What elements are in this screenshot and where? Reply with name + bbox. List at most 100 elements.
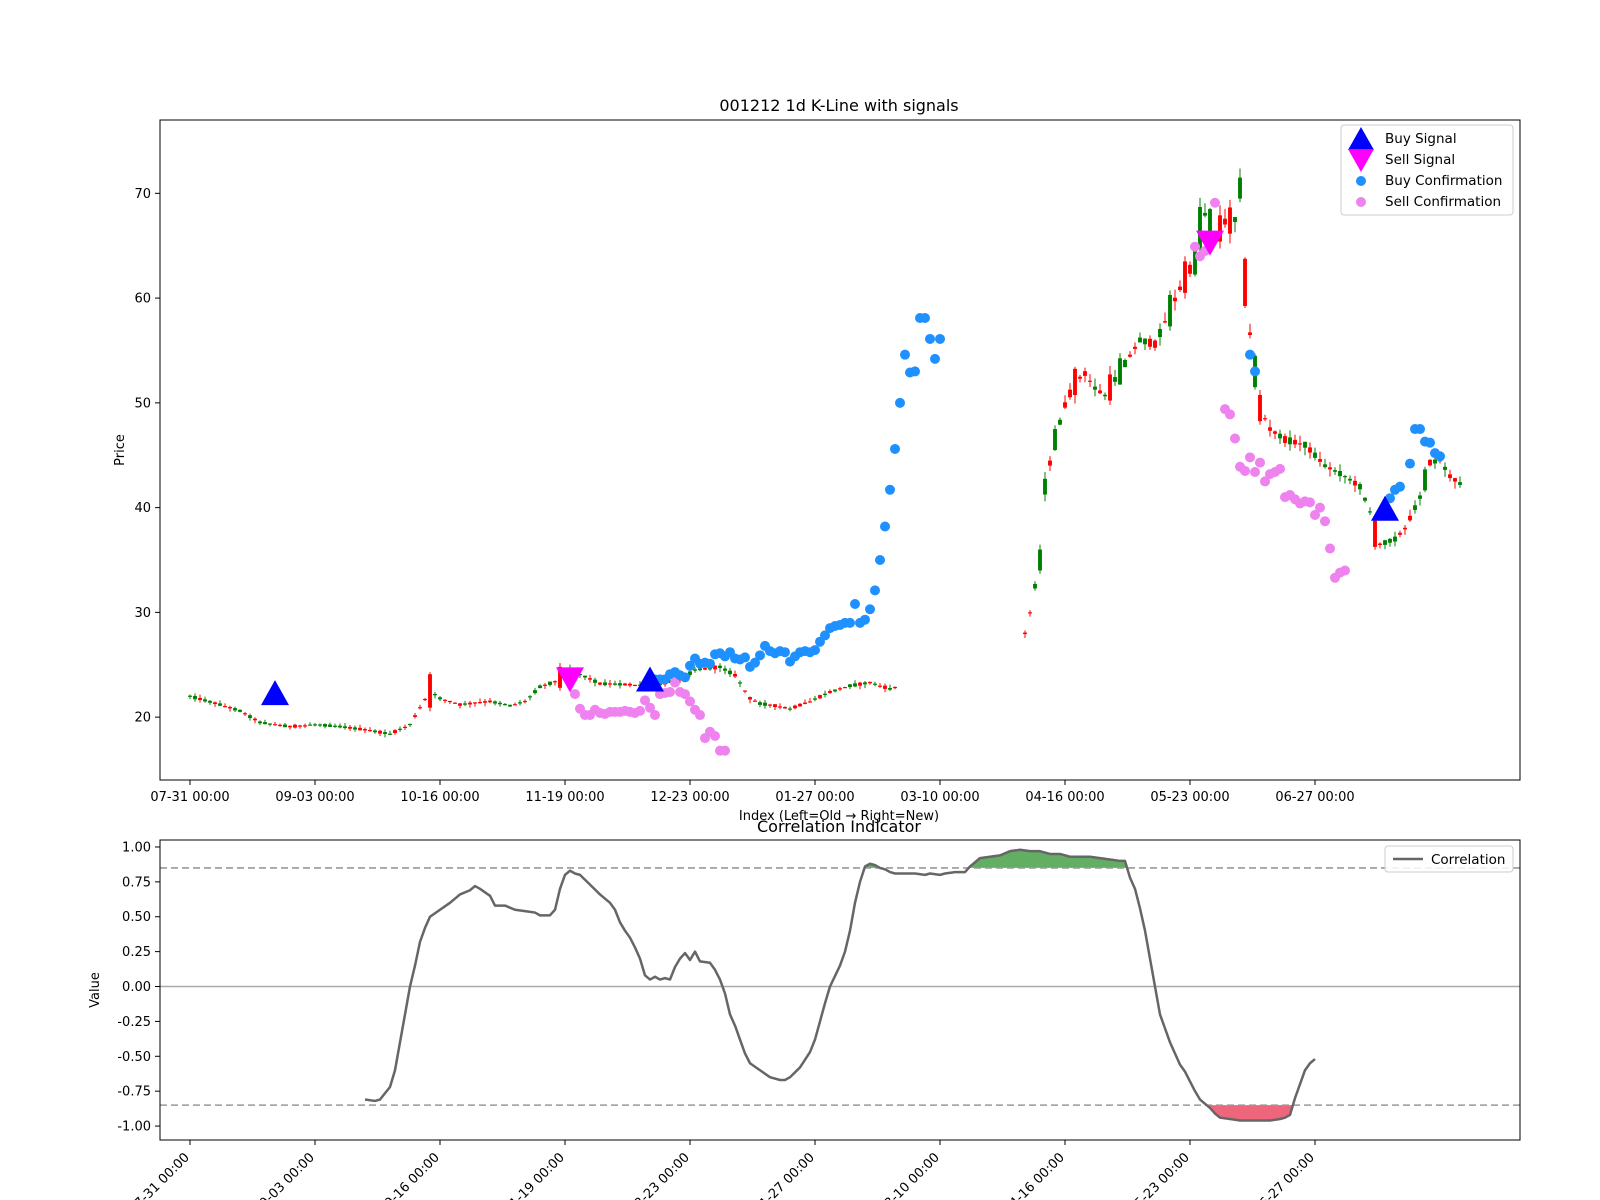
candle xyxy=(238,709,242,713)
candle xyxy=(288,725,292,730)
candle xyxy=(893,686,897,690)
candle xyxy=(373,729,377,734)
buy-confirmation-point xyxy=(875,555,885,565)
candle xyxy=(1398,530,1402,538)
candle xyxy=(233,706,237,712)
candle xyxy=(1188,261,1192,278)
candle xyxy=(1318,451,1322,467)
sell-confirmation-point xyxy=(1275,463,1285,474)
candle xyxy=(298,724,302,729)
candle xyxy=(1123,358,1127,368)
candle xyxy=(278,723,282,727)
kline-y-tick-label: 30 xyxy=(134,606,151,621)
correlation-x-tick-label: 04-16 00:00 xyxy=(1001,1150,1068,1200)
buy-confirmation-point xyxy=(705,658,715,669)
buy-confirmation-point xyxy=(810,645,820,656)
candle xyxy=(368,727,372,732)
candle xyxy=(473,702,477,707)
candle xyxy=(323,723,327,729)
signal-markers xyxy=(261,230,1399,706)
candle xyxy=(213,701,217,707)
candle xyxy=(1403,525,1407,535)
kline-y-tick-label: 50 xyxy=(134,396,151,411)
candle xyxy=(1183,256,1187,299)
candle xyxy=(613,680,617,686)
candle xyxy=(483,699,487,707)
sell-confirmation-point xyxy=(1230,433,1240,444)
sell-confirmation-point xyxy=(665,687,675,697)
sell-confirmation-point xyxy=(1255,457,1265,468)
candle xyxy=(198,694,202,703)
correlation-x-tick-label: 05-23 00:00 xyxy=(1126,1150,1193,1200)
candle xyxy=(878,683,882,688)
candle xyxy=(1168,290,1172,331)
correlation-chart: Correlation Indicator 1.00 0.75 0.50 0.25 0.… xyxy=(88,817,1521,1200)
correlation-chart-title: Correlation Indicator xyxy=(757,817,921,836)
candle xyxy=(253,717,257,724)
candle xyxy=(838,686,842,692)
candle xyxy=(393,729,397,735)
kline-plot-frame xyxy=(159,119,1521,781)
candle xyxy=(243,711,247,717)
correlation-legend: Correlation xyxy=(1384,845,1514,873)
buy-confirmation-point xyxy=(1245,349,1255,360)
sell-confirmation-point xyxy=(1190,241,1200,252)
legend-correlation-label: Correlation xyxy=(1431,852,1505,868)
candle xyxy=(608,679,612,688)
candlestick-series xyxy=(188,168,1462,738)
candle xyxy=(1058,417,1062,426)
correlation-x-tick-label: 03-10 00:00 xyxy=(876,1150,943,1200)
kline-chart: 001212 1d K-Line with signals 20 30 40 50 60… xyxy=(113,96,1521,824)
candle xyxy=(633,684,637,687)
sell-confirmation-point xyxy=(1245,452,1255,463)
kline-x-tick-label: 01-27 00:00 xyxy=(775,790,854,805)
candle xyxy=(1043,471,1047,502)
correlation-series xyxy=(364,848,1316,1122)
correlation-x-tick-label: 10-16 00:00 xyxy=(376,1150,443,1200)
candle xyxy=(848,684,852,690)
candle xyxy=(1368,507,1372,516)
kline-x-tick-label: 09-03 00:00 xyxy=(275,790,354,805)
candle xyxy=(1348,475,1352,485)
candle xyxy=(223,703,227,708)
candle xyxy=(228,705,232,712)
candle xyxy=(513,702,517,706)
candle xyxy=(203,696,207,703)
candle xyxy=(363,727,367,734)
candle xyxy=(283,723,287,728)
candle xyxy=(1173,289,1177,311)
kline-chart-title: 001212 1d K-Line with signals xyxy=(719,96,958,115)
candle xyxy=(1263,414,1267,422)
candle xyxy=(1428,459,1432,467)
buy-confirmation-point xyxy=(895,397,905,408)
candle xyxy=(1378,542,1382,549)
candle xyxy=(553,680,557,686)
candle xyxy=(598,682,602,686)
candle xyxy=(388,730,392,736)
candle xyxy=(398,726,402,732)
correlation-x-tick-label: 12-23 00:00 xyxy=(626,1150,693,1200)
kline-x-tick-label: 05-23 00:00 xyxy=(1150,790,1229,805)
candle xyxy=(1448,469,1452,482)
candle xyxy=(1033,581,1037,591)
sell-confirmation-point xyxy=(1240,465,1250,476)
candle xyxy=(1343,474,1347,484)
candle xyxy=(1118,353,1122,385)
candle xyxy=(1383,539,1387,550)
candle xyxy=(263,719,267,725)
buy-confirmation-point xyxy=(885,484,895,495)
candle xyxy=(798,703,802,707)
candle xyxy=(1053,425,1057,452)
candle xyxy=(858,681,862,690)
buy-confirmation-point xyxy=(1395,481,1405,492)
candle xyxy=(1363,497,1367,503)
candle xyxy=(1353,476,1357,493)
candle xyxy=(1288,430,1292,451)
candle xyxy=(448,700,452,705)
candle xyxy=(1083,367,1087,383)
candle xyxy=(403,724,407,730)
buy-confirmation-point xyxy=(680,672,690,683)
candle xyxy=(1293,434,1297,449)
correlation-line xyxy=(364,848,1316,1122)
kline-x-tick-label: 03-10 00:00 xyxy=(900,790,979,805)
